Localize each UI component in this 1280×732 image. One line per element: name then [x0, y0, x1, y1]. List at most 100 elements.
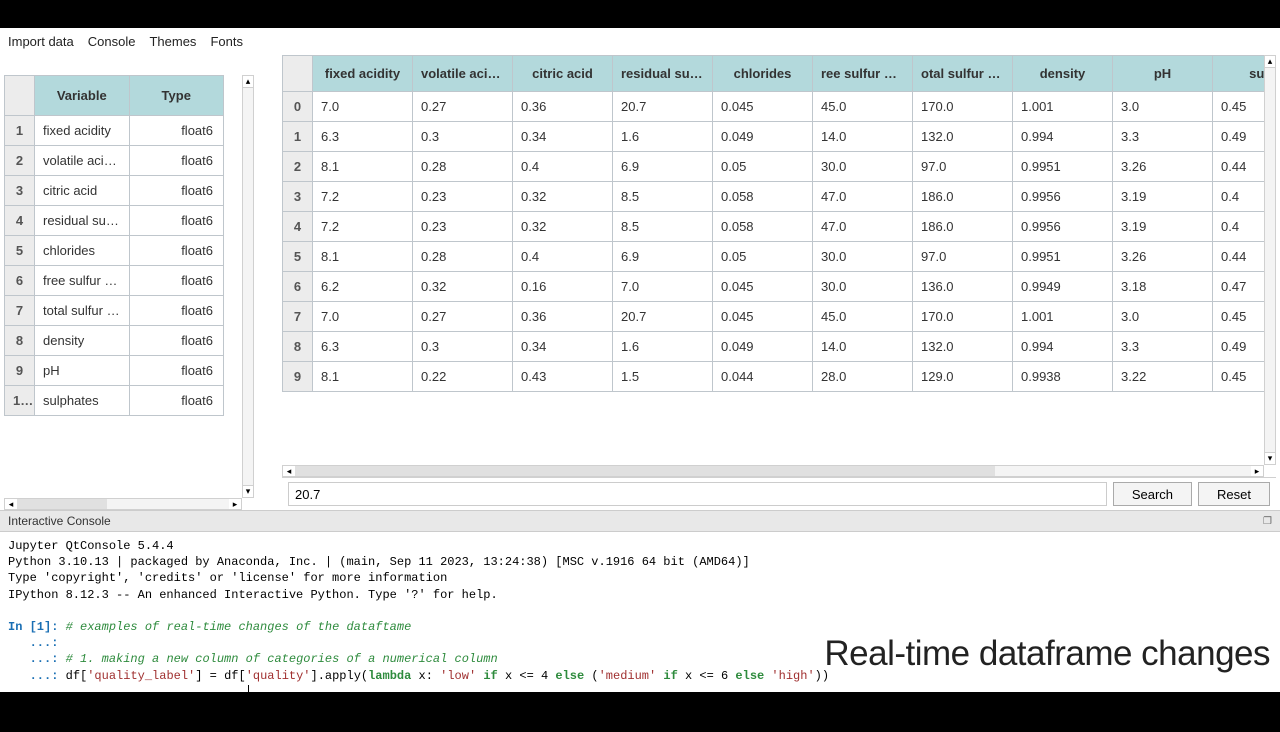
cell[interactable]: 132.0: [913, 332, 1013, 362]
cell[interactable]: 20.7: [613, 302, 713, 332]
cell[interactable]: 45.0: [813, 92, 913, 122]
cell[interactable]: 6.2: [313, 272, 413, 302]
cell[interactable]: 3.26: [1113, 152, 1213, 182]
var-type[interactable]: float6: [129, 266, 224, 296]
row-idx[interactable]: 5: [5, 236, 35, 266]
cell[interactable]: 0.22: [413, 362, 513, 392]
var-name[interactable]: free sulfur …: [35, 266, 130, 296]
cell[interactable]: 0.16: [513, 272, 613, 302]
row-idx[interactable]: 2: [283, 152, 313, 182]
cell[interactable]: 0.9956: [1013, 212, 1113, 242]
row-idx[interactable]: 8: [283, 332, 313, 362]
cell[interactable]: 0.9938: [1013, 362, 1113, 392]
cell[interactable]: 20.7: [613, 92, 713, 122]
cell[interactable]: 28.0: [813, 362, 913, 392]
var-type[interactable]: float6: [129, 386, 224, 416]
cell[interactable]: 8.5: [613, 182, 713, 212]
cell[interactable]: 0.23: [413, 182, 513, 212]
cell[interactable]: 0.3: [413, 122, 513, 152]
menu-themes[interactable]: Themes: [149, 34, 196, 49]
cell[interactable]: 0.43: [513, 362, 613, 392]
data-table[interactable]: fixed acidityvolatile aciditycitric acid…: [282, 55, 1276, 392]
cell[interactable]: 1.6: [613, 122, 713, 152]
cell[interactable]: 3.18: [1113, 272, 1213, 302]
cell[interactable]: 186.0: [913, 212, 1013, 242]
var-hscroll[interactable]: ◂▸: [4, 498, 242, 510]
cell[interactable]: 0.34: [513, 122, 613, 152]
cell[interactable]: 3.22: [1113, 362, 1213, 392]
cell[interactable]: 1.001: [1013, 302, 1113, 332]
row-idx[interactable]: 7: [283, 302, 313, 332]
cell[interactable]: 30.0: [813, 152, 913, 182]
var-type[interactable]: float6: [129, 296, 224, 326]
row-idx[interactable]: 6: [5, 266, 35, 296]
cell[interactable]: 3.26: [1113, 242, 1213, 272]
cell[interactable]: 0.4: [513, 242, 613, 272]
var-name[interactable]: fixed acidity: [35, 116, 130, 146]
cell[interactable]: 97.0: [913, 152, 1013, 182]
cell[interactable]: 0.045: [713, 92, 813, 122]
col-type[interactable]: Type: [129, 76, 224, 116]
cell[interactable]: 7.0: [313, 92, 413, 122]
cell[interactable]: 3.19: [1113, 212, 1213, 242]
var-type[interactable]: float6: [129, 326, 224, 356]
col-header[interactable]: residual sugar: [613, 56, 713, 92]
var-type[interactable]: float6: [129, 236, 224, 266]
cell[interactable]: 0.3: [413, 332, 513, 362]
row-idx[interactable]: 9: [5, 356, 35, 386]
row-idx[interactable]: 8: [5, 326, 35, 356]
cell[interactable]: 3.3: [1113, 122, 1213, 152]
cell[interactable]: 0.044: [713, 362, 813, 392]
cell[interactable]: 1.5: [613, 362, 713, 392]
cell[interactable]: 0.9951: [1013, 152, 1113, 182]
var-type[interactable]: float6: [129, 176, 224, 206]
col-header[interactable]: otal sulfur dioxid: [913, 56, 1013, 92]
col-header[interactable]: pH: [1113, 56, 1213, 92]
menu-console[interactable]: Console: [88, 34, 136, 49]
cell[interactable]: 129.0: [913, 362, 1013, 392]
var-name[interactable]: pH: [35, 356, 130, 386]
cell[interactable]: 0.045: [713, 272, 813, 302]
cell[interactable]: 0.994: [1013, 122, 1113, 152]
var-type[interactable]: float6: [129, 356, 224, 386]
cell[interactable]: 30.0: [813, 272, 913, 302]
cell[interactable]: 6.3: [313, 122, 413, 152]
col-header[interactable]: ree sulfur dioxid: [813, 56, 913, 92]
search-button[interactable]: Search: [1113, 482, 1192, 506]
cell[interactable]: 6.9: [613, 242, 713, 272]
cell[interactable]: 3.3: [1113, 332, 1213, 362]
cell[interactable]: 0.27: [413, 92, 513, 122]
var-name[interactable]: sulphates: [35, 386, 130, 416]
cell[interactable]: 0.994: [1013, 332, 1113, 362]
cell[interactable]: 8.1: [313, 152, 413, 182]
cell[interactable]: 0.32: [513, 212, 613, 242]
cell[interactable]: 0.9949: [1013, 272, 1113, 302]
console[interactable]: Jupyter QtConsole 5.4.4 Python 3.10.13 |…: [0, 532, 1280, 692]
cell[interactable]: 0.049: [713, 122, 813, 152]
cell[interactable]: 0.049: [713, 332, 813, 362]
cell[interactable]: 7.2: [313, 182, 413, 212]
cell[interactable]: 7.0: [613, 272, 713, 302]
cell[interactable]: 0.28: [413, 242, 513, 272]
var-name[interactable]: density: [35, 326, 130, 356]
row-idx[interactable]: 3: [283, 182, 313, 212]
var-vscroll[interactable]: ▴▾: [242, 75, 254, 498]
cell[interactable]: 45.0: [813, 302, 913, 332]
cell[interactable]: 7.2: [313, 212, 413, 242]
cell[interactable]: 1.001: [1013, 92, 1113, 122]
cell[interactable]: 97.0: [913, 242, 1013, 272]
cell[interactable]: 3.0: [1113, 92, 1213, 122]
cell[interactable]: 6.3: [313, 332, 413, 362]
var-type[interactable]: float6: [129, 146, 224, 176]
row-idx[interactable]: 4: [283, 212, 313, 242]
row-idx[interactable]: 6: [283, 272, 313, 302]
row-idx[interactable]: 0: [283, 92, 313, 122]
cell[interactable]: 8.1: [313, 242, 413, 272]
row-idx[interactable]: 7: [5, 296, 35, 326]
cell[interactable]: 14.0: [813, 122, 913, 152]
cell[interactable]: 186.0: [913, 182, 1013, 212]
var-name[interactable]: chlorides: [35, 236, 130, 266]
cell[interactable]: 8.1: [313, 362, 413, 392]
var-name[interactable]: residual sugar: [35, 206, 130, 236]
cell[interactable]: 14.0: [813, 332, 913, 362]
